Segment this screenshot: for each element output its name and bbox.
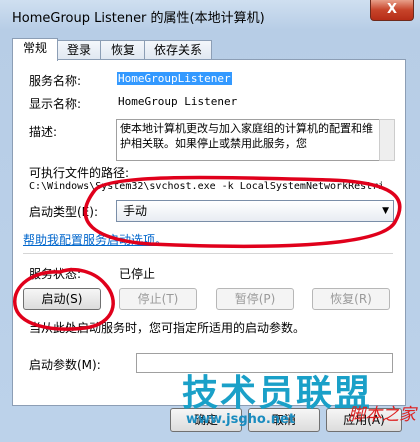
tab-dependencies[interactable]: 依存关系 [144,40,212,60]
close-button[interactable]: X [370,0,414,21]
chevron-down-icon: ▼ [382,206,389,216]
startup-type-value: 手动 [123,204,148,218]
start-params-label: 启动参数(M): [29,358,101,372]
help-link[interactable]: 帮助我配置服务启动选项。 [23,231,167,248]
tab-logon[interactable]: 登录 [56,40,102,60]
description-scrollbar[interactable] [379,119,395,161]
start-button[interactable]: 启动(S) [23,288,101,310]
divider [23,253,393,254]
description-label: 描述: [29,125,58,139]
watermark-url: www.jsgho.net [186,412,296,427]
display-name-value[interactable]: HomeGroup Listener [118,95,237,108]
service-status-value: 已停止 [119,267,156,281]
startup-type-label: 启动类型(E): [29,205,98,219]
startup-type-select[interactable]: 手动 ▼ [116,200,394,222]
stop-button[interactable]: 停止(T) [119,288,197,310]
watermark-title: 技术员联盟 [182,373,373,414]
service-status-label: 服务状态: [29,267,82,281]
service-name-label: 服务名称: [29,74,82,88]
watermark-tag: 脚本之家 [348,405,416,425]
exe-path-value: C:\Windows\System32\svchost.exe -k Local… [29,181,385,192]
properties-window: HomeGroup Listener 的属性(本地计算机) X 常规 登录 恢复… [0,0,420,442]
window-title: HomeGroup Listener 的属性(本地计算机) [12,11,265,26]
exe-path-label: 可执行文件的路径: [29,166,130,180]
general-panel: 服务名称: HomeGroupListener 显示名称: HomeGroup … [12,59,406,406]
title-bar: HomeGroup Listener 的属性(本地计算机) X [0,0,420,30]
service-name-value[interactable]: HomeGroupListener [117,72,232,85]
display-name-label: 显示名称: [29,97,82,111]
start-params-hint: 当从此处启动服务时，您可指定所适用的启动参数。 [29,321,306,335]
pause-button[interactable]: 暂停(P) [216,288,294,310]
tab-general[interactable]: 常规 [12,38,58,61]
tab-recovery[interactable]: 恢复 [100,40,146,60]
resume-button[interactable]: 恢复(R) [312,288,390,310]
description-box[interactable]: 使本地计算机更改与加入家庭组的计算机的配置和维护相关联。如果停止或禁用此服务，您 [116,119,380,161]
